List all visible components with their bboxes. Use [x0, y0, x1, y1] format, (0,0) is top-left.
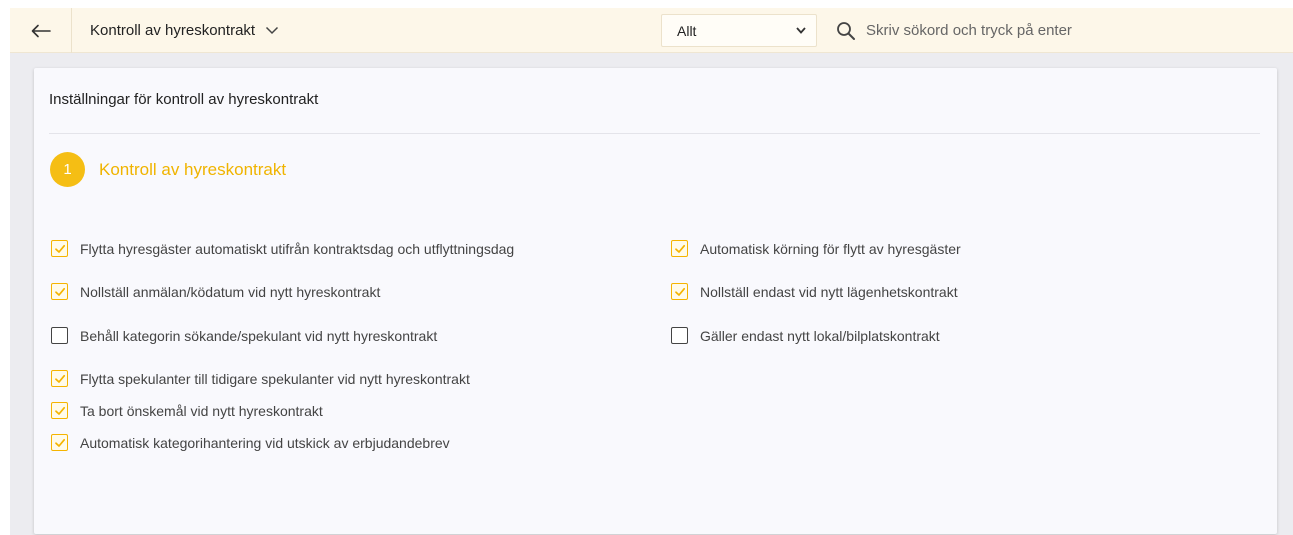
- option-premises-parking-only[interactable]: Gäller endast nytt lokal/bilplatskontrak…: [671, 327, 940, 344]
- chevron-down-icon: [266, 26, 279, 35]
- option-reset-apartment-only[interactable]: Nollställ endast vid nytt lägenhetskontr…: [671, 283, 958, 300]
- page-title: Kontroll av hyreskontrakt: [90, 22, 256, 39]
- option-label: Gäller endast nytt lokal/bilplatskontrak…: [700, 327, 940, 344]
- top-bar: Kontroll av hyreskontrakt Allt: [10, 8, 1293, 53]
- checkbox[interactable]: [51, 434, 68, 451]
- checkbox[interactable]: [51, 370, 68, 387]
- step-header: 1 Kontroll av hyreskontrakt: [50, 152, 286, 187]
- checkmark-icon: [54, 244, 65, 253]
- checkmark-icon: [54, 406, 65, 415]
- checkmark-icon: [54, 438, 65, 447]
- checkmark-icon: [674, 287, 685, 296]
- settings-card: Inställningar för kontroll av hyreskontr…: [34, 68, 1277, 534]
- checkmark-icon: [674, 244, 685, 253]
- checkbox[interactable]: [671, 240, 688, 257]
- filter-select[interactable]: Allt: [661, 14, 817, 47]
- checkbox[interactable]: [51, 283, 68, 300]
- step-number-badge: 1: [50, 152, 85, 187]
- page-title-dropdown[interactable]: Kontroll av hyreskontrakt: [90, 8, 279, 53]
- step-label: Kontroll av hyreskontrakt: [99, 159, 287, 179]
- option-keep-category[interactable]: Behåll kategorin sökande/spekulant vid n…: [51, 327, 437, 344]
- chevron-down-icon: [796, 27, 806, 34]
- search-icon: [837, 21, 855, 40]
- search-box: [836, 14, 1276, 47]
- option-label: Nollställ anmälan/ködatum vid nytt hyres…: [80, 283, 381, 300]
- checkbox[interactable]: [51, 327, 68, 344]
- checkmark-icon: [54, 374, 65, 383]
- option-label: Automatisk kategorihantering vid utskick…: [80, 434, 450, 451]
- option-label: Flytta spekulanter till tidigare spekula…: [80, 370, 470, 387]
- option-auto-category[interactable]: Automatisk kategorihantering vid utskick…: [51, 434, 450, 451]
- arrow-left-icon: [31, 24, 51, 37]
- option-reset-queue-date[interactable]: Nollställ anmälan/ködatum vid nytt hyres…: [51, 283, 380, 300]
- option-label: Nollställ endast vid nytt lägenhetskontr…: [700, 283, 958, 300]
- back-button[interactable]: [10, 8, 72, 53]
- checkbox[interactable]: [671, 283, 688, 300]
- checkmark-icon: [54, 287, 65, 296]
- option-move-prospects[interactable]: Flytta spekulanter till tidigare spekula…: [51, 370, 470, 387]
- option-remove-wishes[interactable]: Ta bort önskemål vid nytt hyreskontrakt: [51, 402, 323, 419]
- option-label: Ta bort önskemål vid nytt hyreskontrakt: [80, 402, 323, 419]
- checkbox[interactable]: [51, 240, 68, 257]
- filter-select-value: Allt: [677, 22, 697, 39]
- card-title: Inställningar för kontroll av hyreskontr…: [49, 91, 319, 108]
- option-label: Automatisk körning för flytt av hyresgäs…: [700, 240, 961, 257]
- checkbox[interactable]: [51, 402, 68, 419]
- divider: [49, 133, 1260, 134]
- option-auto-run-move[interactable]: Automatisk körning för flytt av hyresgäs…: [671, 240, 961, 257]
- option-label: Flytta hyresgäster automatiskt utifrån k…: [80, 240, 515, 257]
- checkbox[interactable]: [671, 327, 688, 344]
- option-move-tenants[interactable]: Flytta hyresgäster automatiskt utifrån k…: [51, 240, 514, 257]
- option-label: Behåll kategorin sökande/spekulant vid n…: [80, 327, 438, 344]
- search-input[interactable]: [866, 22, 1266, 39]
